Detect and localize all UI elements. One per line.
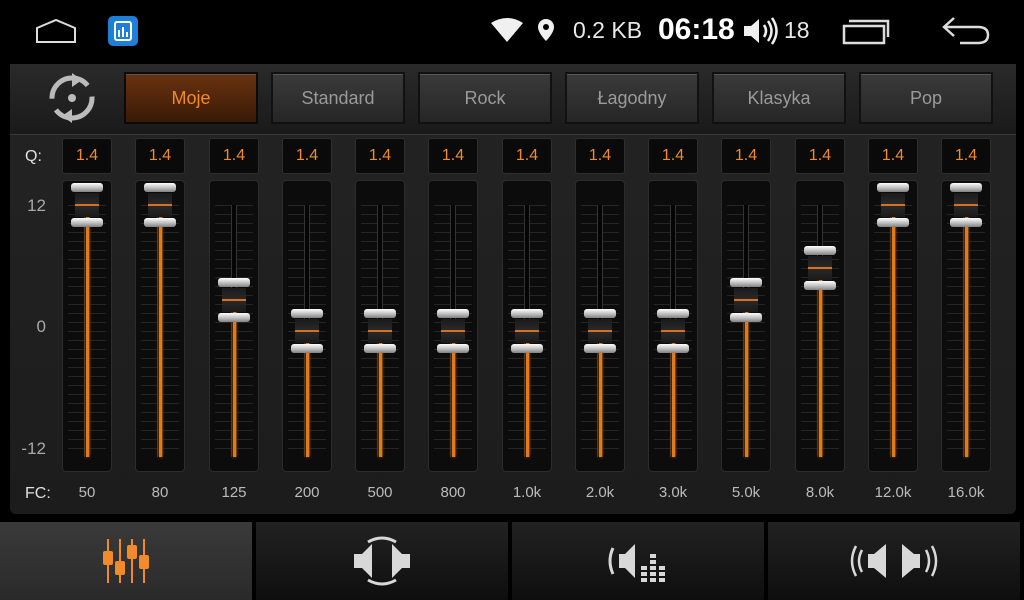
equalizer-icon: [103, 539, 149, 583]
q-value-box[interactable]: 1.4: [62, 138, 112, 174]
home-icon[interactable]: [34, 18, 78, 44]
frequency-label: 3.0k: [658, 484, 688, 501]
slider-knob[interactable]: [950, 183, 982, 227]
scale-max-label: 12: [27, 196, 46, 215]
fc-row-label: FC:: [25, 485, 51, 502]
recent-apps-icon[interactable]: [842, 17, 890, 45]
frequency-label: 5.0k: [731, 484, 761, 501]
q-value-box[interactable]: 1.4: [135, 138, 185, 174]
q-value-box[interactable]: 1.4: [648, 138, 698, 174]
back-icon[interactable]: [940, 14, 992, 46]
slider-knob[interactable]: [71, 183, 103, 227]
slider-knob[interactable]: [437, 309, 469, 353]
app-shortcut-icon[interactable]: [108, 16, 138, 46]
q-value-box[interactable]: 1.4: [355, 138, 405, 174]
q-value-box[interactable]: 1.4: [795, 138, 845, 174]
eq-slider[interactable]: [209, 180, 259, 472]
preset-pop[interactable]: Pop: [859, 72, 993, 124]
equalizer-panel: Moje Standard Rock Łagodny Klasyka Pop Q…: [10, 64, 1016, 514]
frequency-label: 16.0k: [947, 484, 985, 501]
clock: 06:18: [658, 13, 735, 46]
tab-equalizer[interactable]: [0, 522, 254, 600]
eq-slider[interactable]: [868, 180, 918, 472]
slider-level-fill: [819, 268, 822, 457]
tab-sound-field[interactable]: [256, 522, 510, 600]
slider-level-fill: [892, 205, 895, 457]
location-icon: [538, 19, 554, 41]
slider-level-fill: [965, 205, 968, 457]
frequency-label: 125: [221, 484, 247, 501]
slider-knob[interactable]: [877, 183, 909, 227]
q-value-box[interactable]: 1.4: [209, 138, 259, 174]
sound-field-icon: [354, 536, 410, 586]
eq-slider[interactable]: [721, 180, 771, 472]
volume-level: 18: [784, 17, 810, 43]
q-value-box[interactable]: 1.4: [721, 138, 771, 174]
tab-bass-boost[interactable]: [512, 522, 766, 600]
eq-slider[interactable]: [575, 180, 625, 472]
frequency-label: 500: [367, 484, 393, 501]
q-value-box[interactable]: 1.4: [868, 138, 918, 174]
reset-icon[interactable]: [46, 72, 98, 124]
frequency-label: 50: [78, 484, 96, 501]
frequency-label: 1.0k: [512, 484, 542, 501]
q-value-box[interactable]: 1.4: [575, 138, 625, 174]
slider-knob[interactable]: [511, 309, 543, 353]
eq-slider[interactable]: [795, 180, 845, 472]
volume-icon[interactable]: [742, 16, 780, 46]
eq-slider[interactable]: [282, 180, 332, 472]
slider-knob[interactable]: [584, 309, 616, 353]
slider-knob[interactable]: [144, 183, 176, 227]
frequency-label: 2.0k: [585, 484, 615, 501]
scale-min-label: -12: [21, 439, 46, 458]
slider-knob[interactable]: [364, 309, 396, 353]
slider-level-fill: [745, 299, 748, 457]
eq-slider[interactable]: [135, 180, 185, 472]
eq-slider[interactable]: [502, 180, 552, 472]
preset-standard[interactable]: Standard: [271, 72, 405, 124]
slider-level-fill: [159, 205, 162, 457]
eq-slider[interactable]: [62, 180, 112, 472]
preset-bar: Moje Standard Rock Łagodny Klasyka Pop: [10, 64, 1016, 135]
slider-knob[interactable]: [804, 246, 836, 290]
eq-slider[interactable]: [428, 180, 478, 472]
frequency-label: 12.0k: [874, 484, 912, 501]
balance-fader-icon: [850, 544, 938, 578]
status-bar: 0.2 KB 06:18 18: [0, 0, 1024, 62]
q-value-box[interactable]: 1.4: [282, 138, 332, 174]
frequency-label: 200: [294, 484, 320, 501]
bottom-tab-bar: [0, 520, 1024, 600]
scale-zero-label: 0: [36, 317, 46, 336]
frequency-label: 80: [151, 484, 169, 501]
slider-knob[interactable]: [657, 309, 689, 353]
frequency-label: 8.0k: [805, 484, 835, 501]
network-speed: 0.2 KB: [573, 17, 643, 43]
wifi-icon: [491, 18, 523, 42]
eq-slider[interactable]: [941, 180, 991, 472]
bass-boost-icon: [608, 544, 665, 582]
eq-slider[interactable]: [648, 180, 698, 472]
preset-moje[interactable]: Moje: [124, 72, 258, 124]
q-value-box[interactable]: 1.4: [502, 138, 552, 174]
slider-knob[interactable]: [218, 277, 250, 322]
preset-klasyka[interactable]: Klasyka: [712, 72, 846, 124]
preset-rock[interactable]: Rock: [418, 72, 552, 124]
slider-level-fill: [233, 299, 236, 457]
slider-knob[interactable]: [730, 277, 762, 322]
tab-balance-fader[interactable]: [768, 522, 1022, 600]
preset-lagodny[interactable]: Łagodny: [565, 72, 699, 124]
frequency-label: 800: [440, 484, 466, 501]
q-value-box[interactable]: 1.4: [941, 138, 991, 174]
q-value-box[interactable]: 1.4: [428, 138, 478, 174]
eq-slider[interactable]: [355, 180, 405, 472]
slider-knob[interactable]: [291, 309, 323, 353]
q-row-label: Q:: [25, 148, 42, 165]
slider-level-fill: [86, 205, 89, 457]
